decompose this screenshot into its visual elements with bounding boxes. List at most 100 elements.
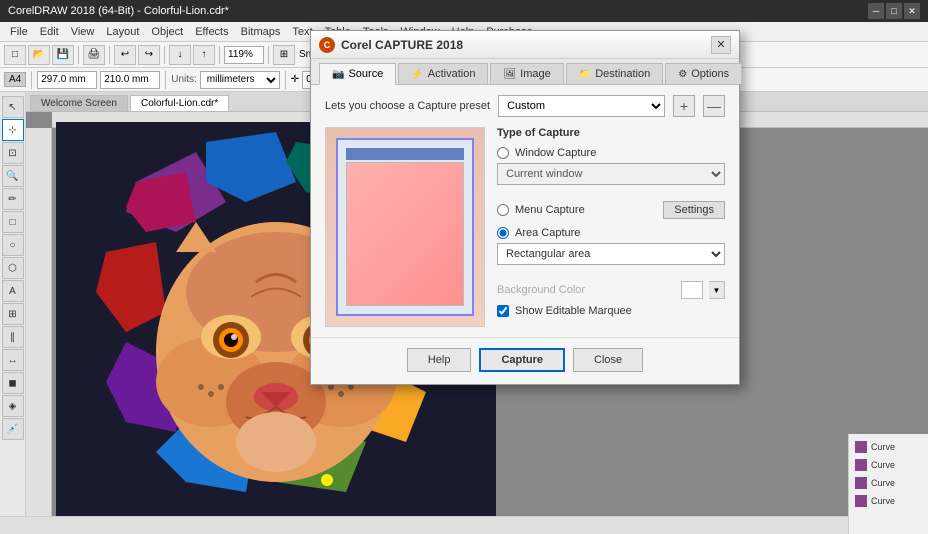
height-input[interactable]: 210.0 mm <box>100 71 160 89</box>
image-tab-label: Image <box>520 68 551 80</box>
tab-activation[interactable]: ⚡ Activation <box>398 63 488 84</box>
export-btn[interactable]: ↑ <box>193 45 215 65</box>
toolbar2-sep-2 <box>165 71 166 89</box>
dialog-tabs: 📷 Source ⚡ Activation 🖼 Image 📁 Destinat… <box>311 59 739 85</box>
capture-button[interactable]: Capture <box>479 348 565 372</box>
preset-add-btn[interactable]: + <box>673 95 695 117</box>
window-capture-radio[interactable] <box>497 147 509 159</box>
curve-label-2: Curve <box>871 460 895 470</box>
capture-dialog[interactable]: C Corel CAPTURE 2018 ✕ 📷 Source ⚡ Activa… <box>310 30 740 385</box>
import-btn[interactable]: ↓ <box>169 45 191 65</box>
curve-item-4: Curve <box>853 492 924 510</box>
print-btn[interactable]: 🖨 <box>83 45 105 65</box>
eyedropper-tool[interactable]: 💉 <box>2 418 24 440</box>
right-panel: Curve Curve Curve Curve <box>848 434 928 534</box>
units-label: Units: <box>171 74 197 85</box>
tab-source[interactable]: 📷 Source <box>319 63 396 85</box>
dialog-body: Lets you choose a Capture preset Custom … <box>311 85 739 337</box>
crop-tool[interactable]: ⊡ <box>2 142 24 164</box>
open-btn[interactable]: 📂 <box>28 45 50 65</box>
freehand-tool[interactable]: ✏ <box>2 188 24 210</box>
title-bar: CorelDRAW 2018 (64-Bit) - Colorful-Lion.… <box>0 0 928 22</box>
menu-layout[interactable]: Layout <box>100 24 145 40</box>
tab-welcome[interactable]: Welcome Screen <box>30 95 128 111</box>
preset-select[interactable]: Custom Full Screen Window Area <box>498 95 665 117</box>
menu-capture-radio[interactable] <box>497 204 509 216</box>
menu-capture-group: Menu Capture Settings <box>497 201 725 219</box>
table-tool[interactable]: ⊞ <box>2 303 24 325</box>
fill-tool[interactable]: ◼ <box>2 372 24 394</box>
area-capture-select[interactable]: Rectangular area Elliptical area Freehan… <box>497 243 725 265</box>
yellow-dot-indicator <box>321 474 333 486</box>
menu-file[interactable]: File <box>4 24 34 40</box>
preset-remove-btn[interactable]: — <box>703 95 725 117</box>
preview-area <box>325 127 485 327</box>
preview-title-bar <box>346 148 464 160</box>
tab-image[interactable]: 🖼 Image <box>490 63 563 84</box>
tab-options[interactable]: ⚙ Options <box>665 63 742 84</box>
curve-item-3: Curve <box>853 474 924 492</box>
dialog-title: Corel CAPTURE 2018 <box>341 38 711 52</box>
save-btn[interactable]: 💾 <box>52 45 74 65</box>
parallel-tool[interactable]: ∥ <box>2 326 24 348</box>
width-input[interactable]: 297.0 mm <box>37 71 97 89</box>
window-capture-select[interactable]: Current window Active window All windows <box>497 163 725 185</box>
new-btn[interactable]: □ <box>4 45 26 65</box>
ellipse-tool[interactable]: ○ <box>2 234 24 256</box>
main-content-row: Type of Capture Window Capture Current w… <box>325 127 725 327</box>
preview-content <box>346 162 464 306</box>
curve-label-3: Curve <box>871 478 895 488</box>
units-select[interactable]: millimeters <box>200 71 280 89</box>
maximize-btn[interactable]: □ <box>886 3 902 19</box>
undo-btn[interactable]: ↩ <box>114 45 136 65</box>
tab-doc[interactable]: Colorful-Lion.cdr* <box>130 95 229 111</box>
preview-window-mock <box>336 138 474 316</box>
help-button[interactable]: Help <box>407 348 472 372</box>
window-capture-group: Window Capture Current window Active win… <box>497 147 725 193</box>
bg-color-arrow[interactable]: ▼ <box>709 281 725 299</box>
marquee-checkbox[interactable] <box>497 305 509 317</box>
window-capture-label: Window Capture <box>515 147 596 159</box>
redo-btn[interactable]: ↪ <box>138 45 160 65</box>
toolbar-sep-4 <box>219 46 220 64</box>
app-title: CorelDRAW 2018 (64-Bit) - Colorful-Lion.… <box>8 5 868 17</box>
area-capture-group: Area Capture Rectangular area Elliptical… <box>497 227 725 273</box>
type-of-capture-title: Type of Capture <box>497 127 725 139</box>
close-btn[interactable]: ✕ <box>904 3 920 19</box>
minimize-btn[interactable]: ─ <box>868 3 884 19</box>
image-tab-icon: 🖼 <box>503 69 516 80</box>
zoom-tool[interactable]: 🔍 <box>2 165 24 187</box>
polygon-tool[interactable]: ⬡ <box>2 257 24 279</box>
rect-tool[interactable]: □ <box>2 211 24 233</box>
curve-label-1: Curve <box>871 442 895 452</box>
menu-capture-label: Menu Capture <box>515 204 585 216</box>
close-dialog-button[interactable]: Close <box>573 348 643 372</box>
menu-edit[interactable]: Edit <box>34 24 65 40</box>
bg-color-swatch[interactable] <box>681 281 703 299</box>
settings-btn[interactable]: Settings <box>663 201 725 219</box>
curve-icon-4 <box>855 495 867 507</box>
snap-btn[interactable]: ⊞ <box>273 45 295 65</box>
connector-tool[interactable]: ↔ <box>2 349 24 371</box>
menu-capture-row: Menu Capture Settings <box>497 201 725 219</box>
preset-row: Lets you choose a Capture preset Custom … <box>325 95 725 117</box>
select-tool[interactable]: ↖ <box>2 96 24 118</box>
page-format: A4 <box>4 72 26 87</box>
nudge-icon: ✛ <box>291 74 299 85</box>
menu-object[interactable]: Object <box>145 24 189 40</box>
zoom-input[interactable]: 119% <box>224 46 264 64</box>
menu-effects[interactable]: Effects <box>189 24 234 40</box>
dialog-close-btn[interactable]: ✕ <box>711 36 731 54</box>
text-tool[interactable]: A <box>2 280 24 302</box>
interactive-tool[interactable]: ◈ <box>2 395 24 417</box>
menu-view[interactable]: View <box>65 24 101 40</box>
node-tool[interactable]: ⊹ <box>2 119 24 141</box>
title-controls: ─ □ ✕ <box>868 3 920 19</box>
area-capture-radio[interactable] <box>497 227 509 239</box>
activation-tab-label: Activation <box>428 68 476 80</box>
toolbar-sep-1 <box>78 46 79 64</box>
dialog-icon: C <box>319 37 335 53</box>
toolbar-sep-2 <box>109 46 110 64</box>
menu-bitmaps[interactable]: Bitmaps <box>235 24 287 40</box>
tab-destination[interactable]: 📁 Destination <box>566 63 664 84</box>
